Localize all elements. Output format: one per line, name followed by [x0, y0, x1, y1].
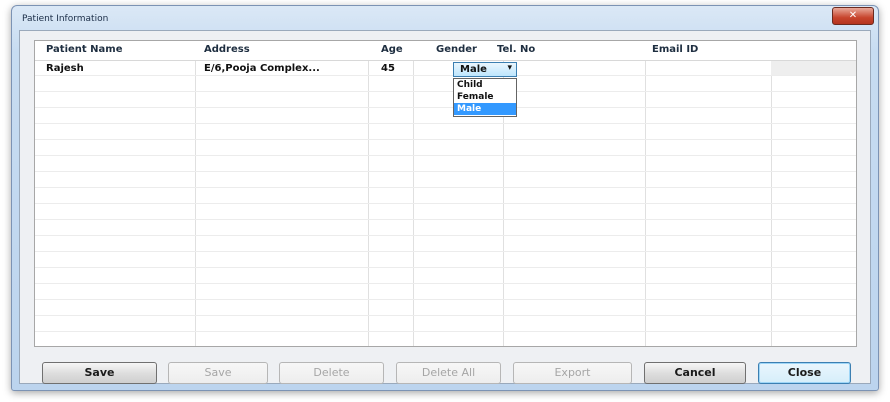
- row-divider: [35, 315, 856, 316]
- export-button[interactable]: Export: [513, 362, 632, 384]
- cell-age[interactable]: 45: [381, 63, 395, 74]
- header-gender[interactable]: Gender: [436, 44, 477, 55]
- gender-combobox-value: Male: [460, 64, 487, 75]
- grid-header: Patient Name Address Age Gender Tel. No …: [35, 41, 856, 61]
- header-tel-no[interactable]: Tel. No: [497, 44, 535, 55]
- row-divider: [35, 107, 856, 108]
- cell-address[interactable]: E/6,Pooja Complex...: [204, 63, 320, 74]
- row-divider: [35, 123, 856, 124]
- column-divider: [413, 41, 414, 346]
- row-divider: [35, 299, 856, 300]
- row-divider: [35, 283, 856, 284]
- window-client-area: Patient Name Address Age Gender Tel. No …: [19, 30, 871, 384]
- save-button[interactable]: Save: [42, 362, 157, 384]
- gender-dropdown-list: Child Female Male: [453, 78, 517, 117]
- row-divider: [35, 251, 856, 252]
- cell-patient-name[interactable]: Rajesh: [46, 63, 84, 74]
- row-divider: [35, 331, 856, 332]
- column-divider: [771, 41, 772, 346]
- row-divider: [35, 139, 856, 140]
- row-divider: [35, 219, 856, 220]
- gender-combobox[interactable]: Male ▾: [453, 62, 517, 77]
- delete-button[interactable]: Delete: [279, 362, 384, 384]
- row-divider: [35, 235, 856, 236]
- gender-option-female[interactable]: Female: [454, 91, 516, 103]
- header-age[interactable]: Age: [381, 44, 403, 55]
- window-title: Patient Information: [22, 14, 109, 24]
- row-divider: [35, 171, 856, 172]
- row-divider: [35, 187, 856, 188]
- cancel-button[interactable]: Cancel: [644, 362, 746, 384]
- column-divider: [195, 41, 196, 346]
- row-trailing-cell: [771, 60, 856, 75]
- row-divider: [35, 91, 856, 92]
- gender-option-male[interactable]: Male: [454, 103, 516, 115]
- delete-all-button[interactable]: Delete All: [396, 362, 501, 384]
- header-address[interactable]: Address: [204, 44, 250, 55]
- window-close-button[interactable]: ✕: [832, 7, 874, 25]
- gender-option-child[interactable]: Child: [454, 79, 516, 91]
- patient-grid[interactable]: Patient Name Address Age Gender Tel. No …: [34, 40, 857, 347]
- close-button[interactable]: Close: [758, 362, 851, 384]
- header-patient-name[interactable]: Patient Name: [46, 44, 123, 55]
- row-divider: [35, 155, 856, 156]
- chevron-down-icon[interactable]: ▾: [507, 63, 512, 73]
- row-divider: [35, 75, 856, 76]
- column-divider: [368, 41, 369, 346]
- row-divider: [35, 203, 856, 204]
- patient-info-window: Patient Information ✕ Patient Name Addre…: [11, 5, 879, 391]
- save-button-disabled[interactable]: Save: [168, 362, 268, 384]
- row-divider: [35, 267, 856, 268]
- header-email-id[interactable]: Email ID: [652, 44, 698, 55]
- column-divider: [645, 41, 646, 346]
